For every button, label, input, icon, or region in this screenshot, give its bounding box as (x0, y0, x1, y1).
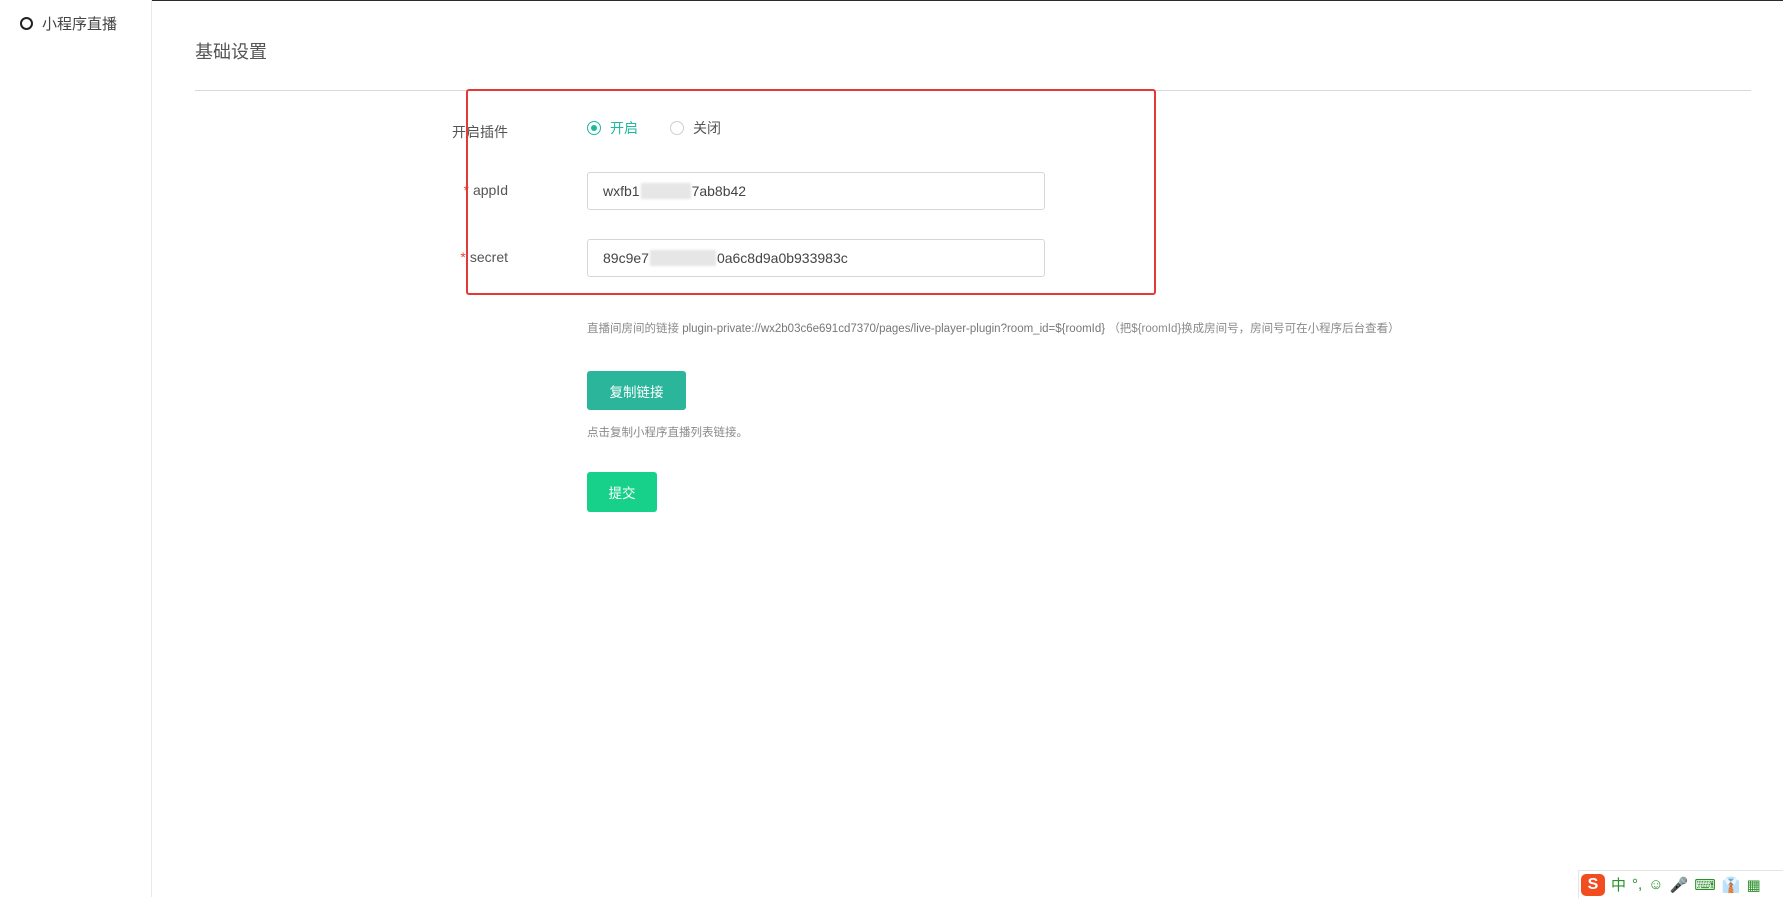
page-title: 基础设置 (195, 42, 267, 62)
main-content: 基础设置 开启插件 开启 关闭 * appId wxfb1 7ab8b42 * sec… (152, 0, 1783, 897)
copy-link-button[interactable]: 复制链接 (587, 371, 686, 410)
chinese-mode-icon[interactable]: 中 (1611, 874, 1626, 895)
microphone-icon[interactable]: 🎤 (1670, 876, 1689, 894)
room-link-url: plugin-private://wx2b03c6e691cd7370/page… (682, 323, 1106, 335)
circle-icon (20, 17, 33, 30)
sidebar-item-live[interactable]: 小程序直播 (20, 13, 117, 34)
room-link-suffix: （把${roomId}换成房间号，房间号可在小程序后台查看） (1108, 323, 1400, 335)
room-link-hint: 直播间房间的链接 plugin-private://wx2b03c6e691cd… (587, 320, 1400, 336)
submit-button[interactable]: 提交 (587, 472, 657, 512)
copy-link-hint: 点击复制小程序直播列表链接。 (587, 427, 748, 439)
sogou-logo-icon[interactable]: S (1581, 873, 1605, 896)
sidebar-item-label: 小程序直播 (42, 16, 118, 33)
sidebar: 小程序直播 (0, 0, 152, 897)
keyboard-icon[interactable]: ⌨ (1694, 876, 1716, 894)
emoji-icon[interactable]: ☺ (1648, 876, 1663, 893)
punctuation-icon[interactable]: °, (1632, 876, 1642, 893)
room-link-prefix: 直播间房间的链接 (587, 323, 679, 335)
toolbox-icon[interactable]: ▦ (1747, 876, 1761, 894)
skin-icon[interactable]: 👔 (1722, 876, 1741, 894)
highlight-annotation-box (466, 89, 1156, 295)
ime-toolbar: S 中 °, ☺ 🎤 ⌨ 👔 ▦ (1578, 870, 1783, 898)
